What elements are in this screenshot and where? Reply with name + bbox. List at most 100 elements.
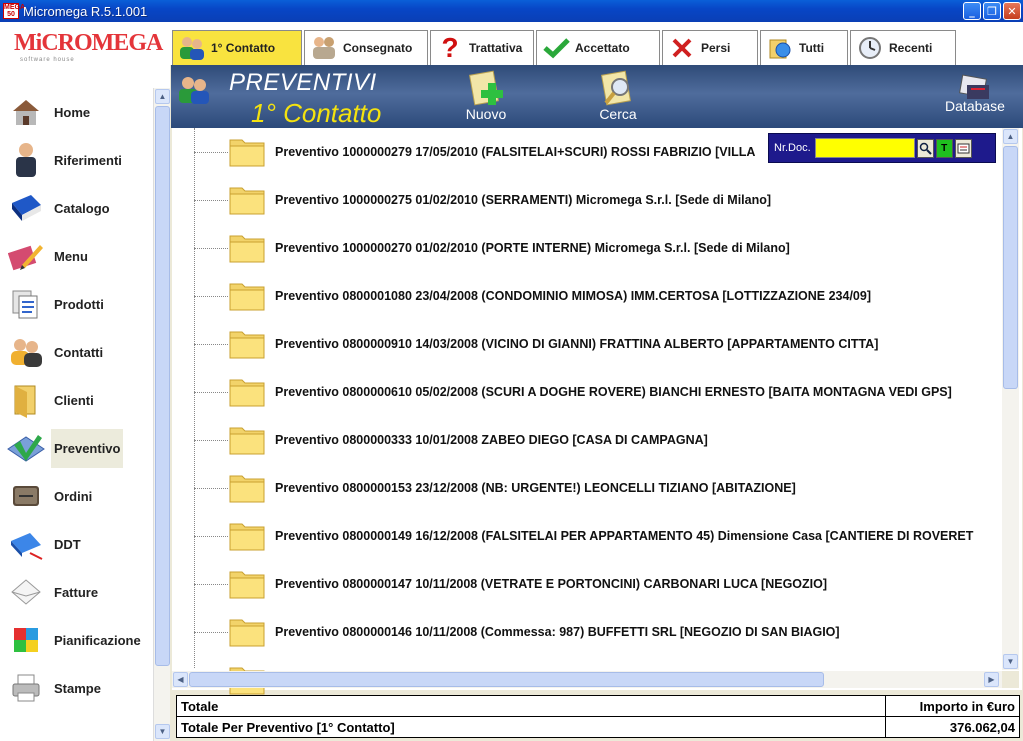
sidebar-item-label: Fatture [54, 584, 99, 600]
tab-consegnato[interactable]: Consegnato [304, 30, 428, 65]
tree-item-label: Preventivo 0800000610 05/02/2008 (SCURI … [275, 385, 952, 399]
scroll-down-button[interactable]: ▼ [1003, 654, 1018, 669]
question-icon: ? [441, 32, 459, 63]
clock-icon [855, 34, 885, 62]
tab-tutti[interactable]: Tutti [760, 30, 848, 65]
quote-icon [5, 428, 47, 468]
scroll-thumb[interactable] [189, 672, 824, 687]
tab-accettato[interactable]: Accettato [536, 30, 660, 65]
scroll-up-button[interactable]: ▲ [1003, 129, 1018, 144]
tree-item-label: Preventivo 0800001080 23/04/2008 (CONDOM… [275, 289, 872, 303]
tree-connector [194, 392, 228, 393]
status-tabs: 1° Contatto Consegnato ? Trattativa Acce… [170, 22, 1023, 65]
tree-item[interactable]: Preventivo 0800000610 05/02/2008 (SCURI … [172, 368, 1002, 416]
tree-item[interactable]: Preventivo 1000000275 01/02/2010 (SERRAM… [172, 176, 1002, 224]
new-label: Nuovo [465, 106, 507, 122]
folder-icon [228, 566, 266, 605]
sidebar-item-catalogo[interactable]: Catalogo [0, 188, 152, 228]
close-button[interactable]: ✕ [1003, 2, 1021, 20]
sidebar-item-label: Pianificazione [54, 632, 141, 648]
header-banner: PREVENTIVI 1° Contatto Nuovo Cerca Datab… [171, 65, 1023, 128]
sidebar-item-label: Contatti [54, 344, 104, 360]
tree-item[interactable]: Preventivo 1000000270 01/02/2010 (PORTE … [172, 224, 1002, 272]
scroll-thumb[interactable] [155, 106, 170, 666]
folder-icon [228, 374, 266, 413]
tree-connector [194, 152, 228, 153]
sidebar-item-stampe[interactable]: Stampe [0, 668, 152, 708]
sidebar-item-ddt[interactable]: DDT [0, 524, 152, 564]
folder-icon [5, 380, 47, 420]
tree-item-label: Preventivo 1000000279 17/05/2010 (FALSIT… [275, 145, 756, 159]
scroll-down-button[interactable]: ▼ [155, 724, 170, 739]
sidebar-item-pianificazione[interactable]: Pianificazione [0, 620, 152, 660]
quote-tree: Preventivo 1000000279 17/05/2010 (FALSIT… [172, 128, 1022, 695]
minimize-button[interactable]: _ [963, 2, 981, 20]
logo: MiCROMEGA software house [14, 30, 163, 74]
tree-horizontal-scrollbar[interactable]: ◀ ▶ [172, 671, 1002, 688]
tree-item[interactable]: Preventivo 0800000153 23/12/2008 (NB: UR… [172, 464, 1002, 512]
search-label: Cerca [599, 106, 637, 122]
folder-icon [228, 134, 266, 173]
doc-number-input[interactable] [814, 138, 915, 158]
ddt-icon [5, 524, 47, 564]
house-icon [5, 92, 47, 132]
sidebar-item-contatti[interactable]: Contatti [0, 332, 152, 372]
all-icon [765, 34, 795, 62]
restore-button[interactable]: ❐ [983, 2, 1001, 20]
people-icon [177, 75, 211, 110]
sidebar-item-clienti[interactable]: Clienti [0, 380, 152, 420]
totals-table: Totale Importo in €uro Totale Per Preven… [176, 695, 1020, 738]
sidebar-item-label: Home [54, 104, 91, 120]
scroll-up-button[interactable]: ▲ [155, 89, 170, 104]
tree-item[interactable]: Preventivo 0800000910 14/03/2008 (VICINO… [172, 320, 1002, 368]
totals-header-amount: Importo in €uro [919, 698, 1015, 714]
tree-item[interactable]: Preventivo 0800000146 10/11/2008 (Commes… [172, 608, 1002, 656]
tree-item[interactable]: Preventivo 0800000333 10/01/2008 ZABEO D… [172, 416, 1002, 464]
sidebar-item-fatture[interactable]: Fatture [0, 572, 152, 612]
tab-primo-contatto[interactable]: 1° Contatto [172, 30, 302, 65]
tree-item[interactable]: Preventivo 0800000149 16/12/2008 (FALSIT… [172, 512, 1002, 560]
tree-item-label: Preventivo 0800000153 23/12/2008 (NB: UR… [275, 481, 796, 495]
tab-trattativa[interactable]: ? Trattativa [430, 30, 534, 65]
tree-vertical-scrollbar[interactable]: ▲ ▼ [1002, 128, 1019, 670]
sidebar-item-label: Preventivo [51, 428, 124, 468]
cube-icon [5, 620, 47, 660]
scroll-left-button[interactable]: ◀ [173, 672, 188, 687]
tab-label: Accettato [575, 41, 630, 55]
tree-item[interactable]: Preventivo 0800001080 23/04/2008 (CONDOM… [172, 272, 1002, 320]
database-button[interactable]: Database [939, 71, 1011, 114]
tree-item-label: Preventivo 0800000146 10/11/2008 (Commes… [275, 625, 840, 639]
sidebar-item-ordini[interactable]: Ordini [0, 476, 152, 516]
sidebar-item-home[interactable]: Home [0, 92, 152, 132]
sidebar-item-label: Stampe [54, 680, 101, 696]
scroll-thumb[interactable] [1003, 146, 1018, 389]
tree-item[interactable]: Preventivo 0800000147 10/11/2008 (VETRAT… [172, 560, 1002, 608]
sidebar-item-label: DDT [54, 536, 81, 552]
folder-icon [228, 182, 266, 221]
folder-icon [228, 518, 266, 557]
check-icon [541, 34, 571, 62]
tab-recenti[interactable]: Recenti [850, 30, 956, 65]
new-button[interactable]: Nuovo [461, 69, 511, 122]
t-button[interactable]: T [935, 138, 953, 158]
tree-connector [194, 536, 228, 537]
totals-row-label: Totale Per Preventivo [1° Contatto] [177, 717, 886, 738]
sidebar-item-riferimenti[interactable]: Riferimenti [0, 140, 152, 180]
search-button[interactable]: Cerca [593, 69, 643, 122]
tree-item-label: Preventivo 0800000149 16/12/2008 (FALSIT… [275, 529, 974, 543]
folder-icon [228, 614, 266, 653]
book-icon [5, 188, 47, 228]
find-doc-button[interactable] [916, 138, 934, 158]
sidebar-item-preventivo[interactable]: Preventivo [0, 428, 152, 468]
sidebar-item-menu[interactable]: Menu [0, 236, 152, 276]
settings-button[interactable] [954, 138, 972, 158]
tab-persi[interactable]: Persi [662, 30, 758, 65]
tab-label: Consegnato [343, 41, 413, 55]
sidebar-item-prodotti[interactable]: Prodotti [0, 284, 152, 324]
tree-item-label: Preventivo 0800000910 14/03/2008 (VICINO… [275, 337, 879, 351]
scroll-right-button[interactable]: ▶ [984, 672, 999, 687]
sidebar-scrollbar[interactable]: ▲ ▼ [153, 88, 170, 741]
tree-item-label: Preventivo 0800000147 10/11/2008 (VETRAT… [275, 577, 828, 591]
tab-label: Recenti [889, 41, 933, 55]
sidebar-item-label: Riferimenti [54, 152, 122, 168]
